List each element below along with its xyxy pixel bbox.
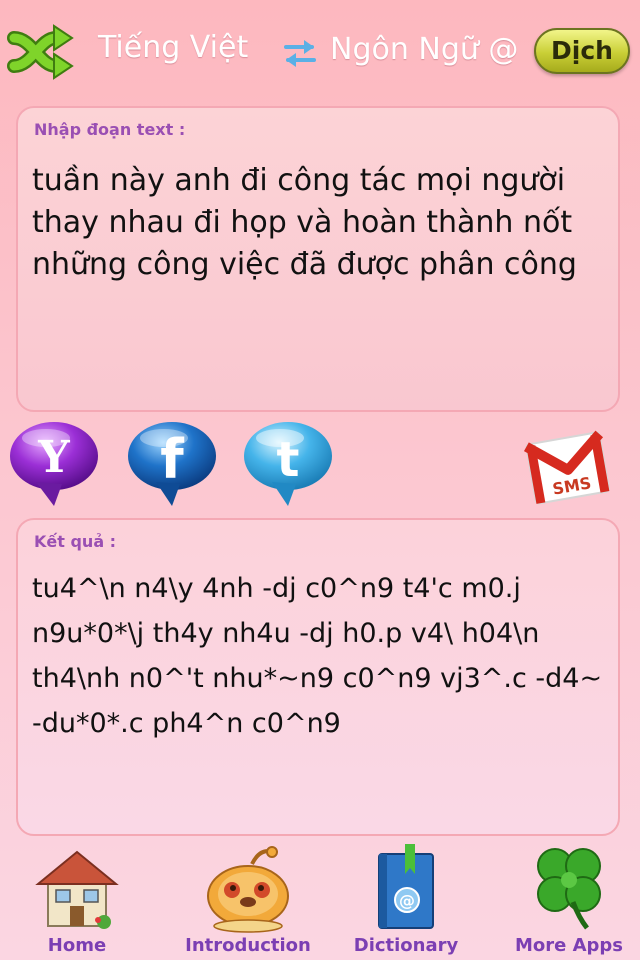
shuffle-icon[interactable] (6, 24, 74, 80)
output-text: tu4^\n n4\y 4nh -dj c0^n9 t4'c m0.j n9u*… (32, 573, 611, 739)
tab-more-apps-label: More Apps (514, 935, 624, 956)
tab-dictionary-label: Dictionary (353, 935, 459, 956)
translate-button[interactable]: Dịch (534, 28, 630, 74)
facebook-icon: f (128, 422, 216, 506)
source-language[interactable]: Tiếng Việt (98, 30, 248, 65)
tab-introduction[interactable]: Introduction (180, 840, 316, 960)
input-text-area[interactable]: tuần này anh đi công tác mọi người thay … (32, 160, 604, 286)
tab-bar: Home Introduction @ Dictionary More Apps (0, 840, 640, 960)
sms-share-button[interactable]: SMS (522, 418, 612, 510)
svg-text:t: t (277, 432, 300, 488)
target-language[interactable]: Ngôn Ngữ @ (330, 32, 530, 67)
facebook-share-button[interactable]: f (122, 418, 222, 510)
svg-text:Y: Y (37, 432, 70, 483)
mascot-icon (207, 846, 289, 933)
svg-text:f: f (160, 428, 184, 491)
twitter-share-button[interactable]: t (238, 418, 338, 510)
tab-home-label: Home (47, 935, 107, 956)
sms-envelope-icon: SMS (523, 430, 610, 505)
yahoo-icon: Y (10, 422, 98, 506)
twitter-icon: t (244, 422, 332, 506)
top-bar: Tiếng Việt Ngôn Ngữ @ Dịch (0, 0, 640, 100)
tab-home[interactable]: Home (20, 840, 134, 960)
output-label: Kết quả : (34, 532, 117, 551)
tab-dictionary[interactable]: @ Dictionary (348, 840, 464, 960)
svg-text:@: @ (399, 891, 415, 910)
clover-icon (537, 848, 601, 930)
book-icon: @ (378, 844, 434, 929)
input-label: Nhập đoạn text : (34, 120, 186, 139)
tab-more-apps[interactable]: More Apps (506, 840, 632, 960)
input-panel[interactable]: Nhập đoạn text : tuần này anh đi công tá… (16, 106, 620, 412)
output-panel: Kết quả : tu4^\n n4\y 4nh -dj c0^n9 t4'c… (16, 518, 620, 836)
house-icon (35, 850, 119, 929)
share-row: Y f t SMS (0, 418, 640, 514)
yahoo-share-button[interactable]: Y (6, 418, 106, 510)
swap-arrows-icon[interactable] (282, 38, 318, 68)
tab-introduction-label: Introduction (185, 935, 311, 956)
